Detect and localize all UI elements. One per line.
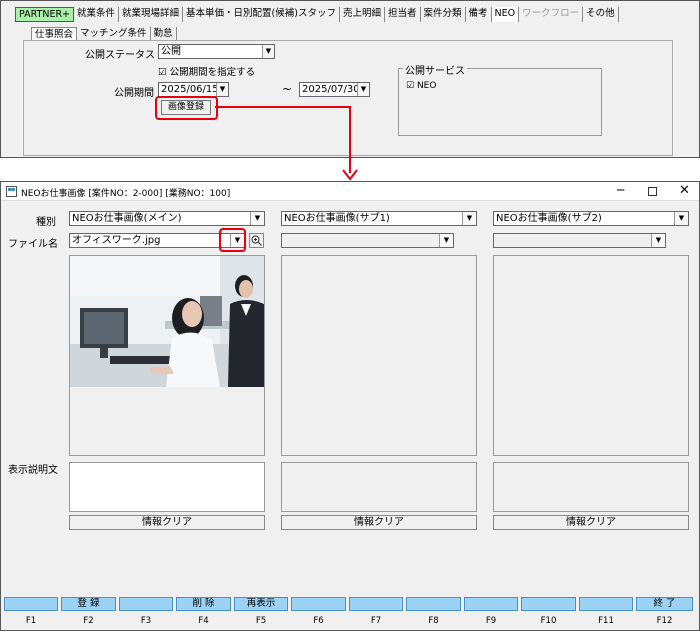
f7-button[interactable]	[349, 597, 403, 611]
desc-input-sub1[interactable]	[281, 462, 477, 512]
connector-line	[349, 106, 351, 173]
highlight-frame	[155, 96, 218, 120]
neo-image-dialog: NEOお仕事画像 [案件NO：2-000] [業務NO：100] ─ ✕ 種別 …	[0, 181, 700, 631]
fkey-label: F8	[428, 616, 439, 626]
kind-select-sub2[interactable]: NEOお仕事画像(サブ2) ▼	[493, 211, 689, 226]
kind-select-main[interactable]: NEOお仕事画像(メイン) ▼	[69, 211, 265, 226]
kind-select-sub1[interactable]: NEOお仕事画像(サブ1) ▼	[281, 211, 477, 226]
f10-button[interactable]	[521, 597, 576, 611]
kind-value: NEOお仕事画像(メイン)	[72, 213, 182, 224]
period-label: 公開期間	[114, 88, 154, 99]
chevron-down-icon[interactable]: ▼	[216, 83, 228, 96]
f6-button[interactable]	[291, 597, 346, 611]
f2-register-button[interactable]: 登 録	[61, 597, 116, 611]
service-group	[398, 68, 602, 136]
close-icon[interactable]: ✕	[679, 183, 690, 198]
tab-site-details[interactable]: 就業現場詳細	[119, 7, 184, 22]
clear-info-button-main[interactable]: 情報クリア	[69, 515, 265, 530]
fkey-label: F11	[598, 616, 614, 626]
f8-button[interactable]	[406, 597, 461, 611]
f12-exit-button[interactable]: 終 了	[636, 597, 693, 611]
office-worker-photo	[70, 256, 264, 387]
desc-label: 表示説明文	[8, 465, 58, 476]
minimize-icon[interactable]: ─	[617, 183, 624, 197]
fkey-label: F10	[540, 616, 557, 626]
clear-info-button-sub1[interactable]: 情報クリア	[281, 515, 477, 530]
connector-line	[215, 106, 351, 108]
checkbox-checked-icon[interactable]: ☑	[406, 81, 414, 91]
status-select[interactable]: 公開 ▼	[158, 44, 275, 59]
chevron-down-icon[interactable]: ▼	[439, 234, 453, 247]
f3-button[interactable]	[119, 597, 173, 611]
period-start-value: 2025/06/15	[161, 84, 219, 95]
fkey-label: F6	[313, 616, 324, 626]
service-group-label: 公開サービス	[403, 62, 467, 77]
fkey-label: F1	[25, 616, 37, 626]
file-select-sub2[interactable]: ▼	[493, 233, 666, 248]
chevron-down-icon[interactable]: ▼	[651, 234, 665, 247]
desc-input-main[interactable]	[69, 462, 265, 512]
kind-value: NEOお仕事画像(サブ2)	[496, 213, 602, 224]
tab-sales-details[interactable]: 売上明細	[339, 7, 385, 22]
period-end-select[interactable]: 2025/07/30 ▼	[299, 82, 370, 97]
file-value: オフィスワーク.jpg	[72, 235, 161, 246]
f11-button[interactable]	[579, 597, 633, 611]
chevron-down-icon[interactable]: ▼	[674, 212, 688, 225]
main-tabstrip: PARTNER+ 就業条件 就業現場詳細 基本単価・日別配置(候補)スタッフ 売…	[15, 7, 619, 22]
fkey-label: F4	[198, 616, 209, 626]
f4-delete-button[interactable]: 削 除	[176, 597, 231, 611]
period-checkbox[interactable]: ☑ 公開期間を指定する	[158, 64, 255, 78]
app-icon	[6, 186, 17, 197]
zoom-icon[interactable]	[249, 233, 264, 248]
fkey-label: F5	[255, 616, 267, 626]
image-preview-sub1	[281, 255, 477, 456]
chevron-down-icon[interactable]: ▼	[250, 212, 264, 225]
clear-info-button-sub2[interactable]: 情報クリア	[493, 515, 689, 530]
tab-employment-conditions[interactable]: 就業条件	[74, 7, 120, 22]
status-value: 公開	[161, 46, 181, 57]
fkey-label: F3	[140, 616, 152, 626]
dialog-title: NEOお仕事画像 [案件NO：2-000] [業務NO：100]	[21, 189, 231, 199]
tab-other[interactable]: その他	[583, 7, 619, 22]
f1-button[interactable]	[4, 597, 58, 611]
dialog-titlebar: NEOお仕事画像 [案件NO：2-000] [業務NO：100] ─ ✕	[1, 182, 699, 201]
service-neo-label: NEO	[416, 81, 437, 91]
maximize-icon[interactable]	[648, 187, 657, 196]
f5-refresh-button[interactable]: 再表示	[234, 597, 288, 611]
tab-person-in-charge[interactable]: 担当者	[384, 7, 421, 22]
service-neo-checkbox[interactable]: ☑ NEO	[406, 81, 436, 91]
checkbox-checked-icon[interactable]: ☑	[158, 67, 167, 78]
tab-notes[interactable]: 備考	[465, 7, 492, 22]
tab-neo[interactable]: NEO	[491, 7, 520, 22]
image-preview-main	[69, 255, 265, 456]
image-preview-sub2	[493, 255, 689, 456]
chevron-down-icon[interactable]: ▼	[357, 83, 369, 96]
fkey-label: F9	[485, 616, 497, 626]
tab-workflow[interactable]: ワークフロー	[519, 7, 584, 22]
desc-input-sub2[interactable]	[493, 462, 689, 512]
fkey-label: F7	[370, 616, 382, 626]
fkey-label: F2	[83, 616, 94, 626]
chevron-down-icon[interactable]: ▼	[262, 45, 274, 58]
tab-partner[interactable]: PARTNER+	[15, 7, 75, 22]
period-checkbox-label: 公開期間を指定する	[169, 67, 256, 78]
kind-label: 種別	[36, 217, 56, 228]
file-label: ファイル名	[8, 239, 58, 250]
f9-button[interactable]	[464, 597, 518, 611]
tab-unit-price-staff[interactable]: 基本単価・日別配置(候補)スタッフ	[183, 7, 340, 22]
highlight-frame	[219, 228, 246, 252]
fkey-label: F12	[656, 616, 673, 626]
tab-case-category[interactable]: 案件分類	[420, 7, 466, 22]
period-separator: ~	[282, 82, 293, 96]
period-start-select[interactable]: 2025/06/15 ▼	[158, 82, 229, 97]
chevron-down-icon[interactable]: ▼	[462, 212, 476, 225]
file-select-sub1[interactable]: ▼	[281, 233, 454, 248]
arrow-down-icon	[342, 169, 358, 181]
kind-value: NEOお仕事画像(サブ1)	[284, 213, 390, 224]
period-end-value: 2025/07/30	[302, 84, 360, 95]
status-label: 公開ステータス	[85, 50, 155, 61]
